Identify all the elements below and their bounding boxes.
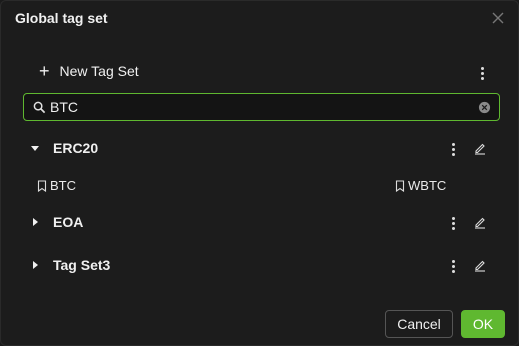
tag-label: WBTC (408, 178, 447, 193)
tag-item-btc[interactable]: BTC (37, 178, 76, 193)
more-vertical-icon[interactable] (448, 142, 458, 156)
group-name: Tag Set3 (53, 257, 111, 273)
more-vertical-icon[interactable] (448, 216, 458, 230)
search-icon (33, 101, 46, 114)
edit-pencil-icon[interactable] (473, 215, 487, 229)
new-tag-set-button[interactable]: + New Tag Set (39, 61, 139, 81)
search-box (23, 93, 500, 121)
group-name: EOA (53, 214, 84, 230)
global-tag-set-dialog: Global tag set + New Tag Set ERC20 (0, 0, 519, 346)
more-vertical-icon[interactable] (448, 259, 458, 273)
search-input[interactable] (50, 97, 470, 117)
bookmark-icon (37, 179, 47, 192)
tag-group-tag-set3[interactable]: Tag Set3 (29, 255, 499, 275)
close-icon[interactable] (490, 10, 506, 26)
group-name: ERC20 (53, 140, 99, 156)
tag-group-erc20[interactable]: ERC20 (29, 138, 499, 158)
cancel-button[interactable]: Cancel (385, 310, 453, 338)
plus-icon: + (39, 61, 50, 81)
ok-button[interactable]: OK (461, 310, 505, 338)
edit-pencil-icon[interactable] (473, 258, 487, 272)
tag-group-eoa[interactable]: EOA (29, 212, 499, 232)
dialog-title: Global tag set (15, 10, 108, 26)
new-tag-set-label: New Tag Set (59, 63, 139, 79)
edit-pencil-icon[interactable] (473, 141, 487, 155)
more-vertical-icon[interactable] (477, 66, 487, 80)
caret-down-icon[interactable] (29, 142, 41, 154)
bookmark-icon (395, 179, 405, 192)
tag-item-wbtc[interactable]: WBTC (395, 178, 446, 193)
caret-right-icon[interactable] (29, 216, 41, 228)
clear-icon[interactable] (478, 101, 491, 114)
caret-right-icon[interactable] (29, 259, 41, 271)
tag-label: BTC (50, 178, 76, 193)
